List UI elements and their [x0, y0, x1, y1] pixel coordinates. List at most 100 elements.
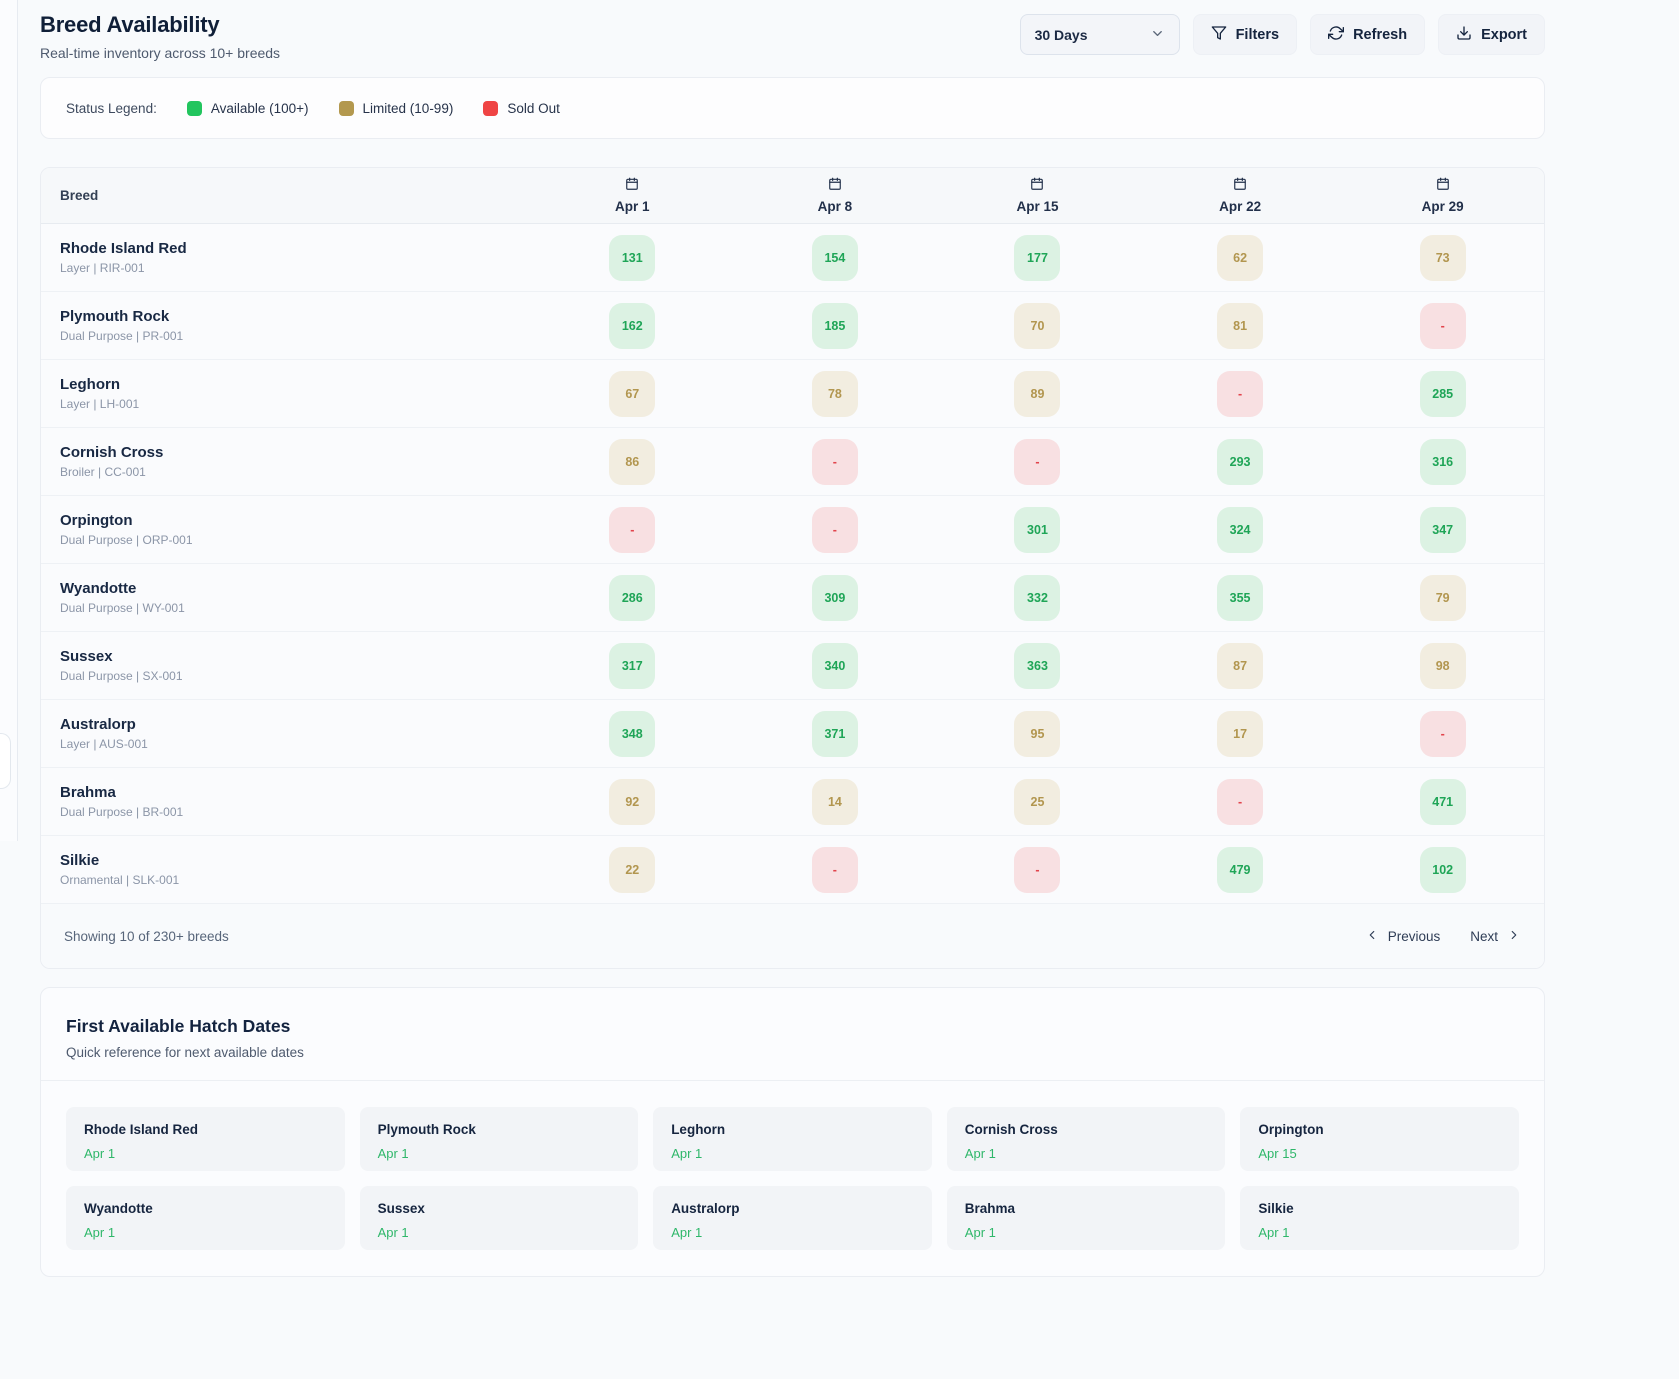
availability-badge[interactable]: 154 — [812, 235, 858, 281]
breed-column-header: Breed — [41, 188, 531, 203]
breed-cell: Plymouth Rock Dual Purpose | PR-001 — [41, 308, 531, 343]
availability-badge[interactable]: 81 — [1217, 303, 1263, 349]
calendar-icon — [1436, 177, 1450, 194]
availability-badge[interactable]: 309 — [812, 575, 858, 621]
availability-badge[interactable]: 363 — [1014, 643, 1060, 689]
chevron-down-icon — [1150, 26, 1165, 44]
availability-badge[interactable]: 73 — [1420, 235, 1466, 281]
availability-badge[interactable]: 79 — [1420, 575, 1466, 621]
breed-name: Plymouth Rock — [60, 308, 531, 325]
availability-cell: 309 — [734, 575, 937, 621]
hatch-dates-grid: Rhode Island Red Apr 1 Plymouth Rock Apr… — [41, 1081, 1544, 1276]
date-label: Apr 29 — [1422, 199, 1464, 214]
availability-badge[interactable]: 14 — [812, 779, 858, 825]
availability-badge[interactable]: 293 — [1217, 439, 1263, 485]
availability-badge[interactable]: - — [1420, 711, 1466, 757]
legend-item-label: Sold Out — [507, 101, 560, 116]
availability-cell: 78 — [734, 371, 937, 417]
availability-badge[interactable]: - — [812, 847, 858, 893]
breed-meta: Dual Purpose | BR-001 — [60, 805, 531, 819]
chevron-right-icon — [1507, 928, 1521, 945]
availability-cell: 177 — [936, 235, 1139, 281]
legend-item-label: Available (100+) — [211, 101, 309, 116]
hatch-dates-subtitle: Quick reference for next available dates — [66, 1045, 1519, 1060]
availability-cell: 73 — [1341, 235, 1544, 281]
calendar-icon — [828, 177, 842, 194]
availability-badge[interactable]: 62 — [1217, 235, 1263, 281]
hatch-card-date: Apr 15 — [1258, 1146, 1501, 1161]
date-range-select[interactable]: 30 Days — [1020, 14, 1180, 55]
availability-table: Breed Apr 1 Apr 8 Apr 15 Apr 22 Apr 29 — [40, 167, 1545, 969]
breed-name: Rhode Island Red — [60, 240, 531, 257]
availability-badge[interactable]: 479 — [1217, 847, 1263, 893]
breed-cell: Leghorn Layer | LH-001 — [41, 376, 531, 411]
availability-badge[interactable]: 371 — [812, 711, 858, 757]
filters-button[interactable]: Filters — [1193, 14, 1298, 55]
availability-badge[interactable]: 185 — [812, 303, 858, 349]
availability-cell: - — [936, 439, 1139, 485]
availability-badge[interactable]: 22 — [609, 847, 655, 893]
availability-badge[interactable]: - — [1420, 303, 1466, 349]
availability-cell: 316 — [1341, 439, 1544, 485]
availability-badge[interactable]: 316 — [1420, 439, 1466, 485]
availability-badge[interactable]: 25 — [1014, 779, 1060, 825]
refresh-button[interactable]: Refresh — [1310, 14, 1425, 55]
availability-badge[interactable]: 348 — [609, 711, 655, 757]
availability-badge[interactable]: 87 — [1217, 643, 1263, 689]
availability-badge[interactable]: 340 — [812, 643, 858, 689]
availability-badge[interactable]: - — [1217, 779, 1263, 825]
hatch-card-breed: Plymouth Rock — [378, 1122, 621, 1137]
availability-badge[interactable]: 355 — [1217, 575, 1263, 621]
availability-badge[interactable]: 70 — [1014, 303, 1060, 349]
main-content: Breed Availability Real-time inventory a… — [40, 0, 1545, 1277]
next-button[interactable]: Next — [1470, 928, 1521, 945]
hatch-dates-panel: First Available Hatch Dates Quick refere… — [40, 987, 1545, 1277]
availability-badge[interactable]: 471 — [1420, 779, 1466, 825]
availability-badge[interactable]: 301 — [1014, 507, 1060, 553]
page-subtitle: Real-time inventory across 10+ breeds — [40, 45, 280, 61]
availability-badge[interactable]: - — [812, 439, 858, 485]
hatch-date-card: Orpington Apr 15 — [1240, 1107, 1519, 1171]
breed-meta: Dual Purpose | WY-001 — [60, 601, 531, 615]
availability-badge[interactable]: - — [1014, 847, 1060, 893]
table-row: Orpington Dual Purpose | ORP-001 - - 301… — [41, 496, 1544, 564]
availability-badge[interactable]: - — [1217, 371, 1263, 417]
availability-badge[interactable]: 98 — [1420, 643, 1466, 689]
date-label: Apr 15 — [1016, 199, 1058, 214]
breed-cell: Sussex Dual Purpose | SX-001 — [41, 648, 531, 683]
table-row: Silkie Ornamental | SLK-001 22 - - 479 1… — [41, 836, 1544, 904]
availability-badge[interactable]: 89 — [1014, 371, 1060, 417]
availability-badge[interactable]: 177 — [1014, 235, 1060, 281]
availability-badge[interactable]: 78 — [812, 371, 858, 417]
availability-badge[interactable]: 102 — [1420, 847, 1466, 893]
hatch-dates-header: First Available Hatch Dates Quick refere… — [41, 988, 1544, 1081]
availability-badge[interactable]: 317 — [609, 643, 655, 689]
availability-badge[interactable]: 324 — [1217, 507, 1263, 553]
sidebar-drawer-handle[interactable] — [0, 733, 11, 789]
availability-badge[interactable]: 285 — [1420, 371, 1466, 417]
availability-badge[interactable]: 86 — [609, 439, 655, 485]
previous-button[interactable]: Previous — [1365, 928, 1441, 945]
availability-cell: 14 — [734, 779, 937, 825]
availability-badge[interactable]: 286 — [609, 575, 655, 621]
hatch-card-breed: Cornish Cross — [965, 1122, 1208, 1137]
availability-cell: 293 — [1139, 439, 1342, 485]
availability-badge[interactable]: - — [609, 507, 655, 553]
breed-name: Sussex — [60, 648, 531, 665]
availability-badge[interactable]: 67 — [609, 371, 655, 417]
availability-badge[interactable]: 332 — [1014, 575, 1060, 621]
breed-meta: Layer | LH-001 — [60, 397, 531, 411]
availability-badge[interactable]: 92 — [609, 779, 655, 825]
availability-badge[interactable]: 131 — [609, 235, 655, 281]
hatch-card-breed: Leghorn — [671, 1122, 914, 1137]
availability-badge[interactable]: 347 — [1420, 507, 1466, 553]
availability-badge[interactable]: 162 — [609, 303, 655, 349]
hatch-date-card: Wyandotte Apr 1 — [66, 1186, 345, 1250]
availability-cell: 95 — [936, 711, 1139, 757]
availability-badge[interactable]: 95 — [1014, 711, 1060, 757]
export-button[interactable]: Export — [1438, 14, 1545, 55]
availability-cell: 86 — [531, 439, 734, 485]
availability-badge[interactable]: - — [1014, 439, 1060, 485]
availability-badge[interactable]: 17 — [1217, 711, 1263, 757]
availability-badge[interactable]: - — [812, 507, 858, 553]
